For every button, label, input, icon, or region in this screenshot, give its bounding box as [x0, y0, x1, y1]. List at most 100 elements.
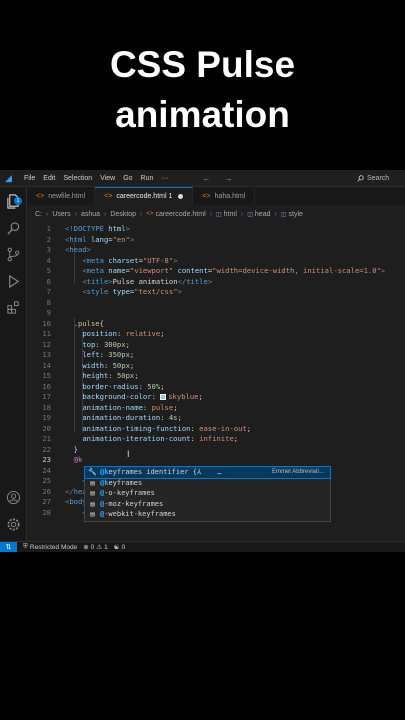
line-number: 1: [46, 224, 51, 233]
line-number: 21: [42, 434, 51, 443]
search-icon[interactable]: [6, 221, 21, 236]
line-number: 8: [46, 297, 51, 307]
tab-careercode[interactable]: <> careercode.html 1: [95, 187, 194, 205]
menu-file[interactable]: File: [24, 175, 35, 182]
suggestion-text: eyframes identifier {⅄: [108, 468, 202, 476]
suggestion-item[interactable]: ▤ @ -o-keyframes: [85, 488, 330, 499]
command-center-search[interactable]: Search: [353, 172, 401, 184]
line-number: 12: [42, 339, 51, 349]
breadcrumb-item[interactable]: careercode.html: [155, 211, 205, 218]
line-number: 3: [46, 245, 51, 254]
problems-indicator[interactable]: ⊗ 0 ⚠ 1: [83, 543, 108, 552]
menu-bar: ◢ File Edit Selection View Go Run ··· ← …: [0, 170, 405, 187]
property-icon: ▤: [90, 499, 95, 508]
element-icon: ◫: [215, 211, 222, 218]
suggestion-item[interactable]: 🔧 @k eyframes identifier {⅄ … Emmet Abbre…: [84, 466, 331, 479]
property-icon: ▤: [90, 489, 95, 498]
suggestion-item[interactable]: ▤ @k eyframes: [85, 478, 330, 489]
settings-gear-icon[interactable]: [6, 517, 21, 532]
tab-newfile[interactable]: <> newfile.html: [27, 187, 96, 205]
search-label: Search: [367, 174, 390, 182]
suggestion-text: -o-keyframes: [104, 489, 155, 497]
remote-icon[interactable]: ⇅: [0, 541, 17, 552]
menu-selection[interactable]: Selection: [63, 175, 92, 182]
line-number: 17: [42, 392, 51, 401]
restricted-mode-label: Restricted Mode: [29, 543, 78, 551]
breadcrumb: C: › Users › ashua › Desktop › <> careercode.…: [35, 208, 303, 220]
line-number: 13: [42, 350, 51, 359]
extensions-icon[interactable]: [6, 300, 21, 315]
line-number: 25: [42, 476, 51, 485]
editor-tabs: <> newfile.html <> careercode.html 1 <> …: [27, 187, 405, 205]
html-file-icon: <>: [36, 192, 45, 200]
ports-indicator[interactable]: ☯ 0: [113, 543, 126, 552]
line-number: 4: [46, 255, 51, 265]
warning-icon: ⚠: [96, 544, 103, 551]
account-icon[interactable]: [6, 490, 21, 505]
source-control-icon[interactable]: [6, 247, 21, 262]
breadcrumb-item[interactable]: Users: [52, 211, 70, 218]
breadcrumb-item[interactable]: head: [255, 211, 271, 218]
line-number: 16: [42, 381, 51, 391]
chevron-right-icon: ›: [74, 210, 77, 218]
breadcrumb-item[interactable]: html: [224, 211, 237, 218]
chevron-right-icon: ›: [274, 210, 277, 218]
run-debug-icon[interactable]: [6, 274, 21, 289]
error-icon: ⊗: [83, 544, 89, 551]
chevron-right-icon: ›: [140, 210, 143, 218]
line-number: 23: [42, 455, 51, 464]
html-file-icon: <>: [104, 193, 113, 200]
line-number: 7: [46, 287, 51, 296]
suggestion-item[interactable]: ▤ @ -moz-keyframes: [85, 499, 330, 510]
line-number: 15: [42, 371, 51, 380]
chevron-right-icon: ›: [104, 210, 107, 218]
line-number: 26: [42, 486, 51, 496]
headline-line-2: animation: [115, 94, 290, 135]
activity-bar: 1: [0, 187, 27, 541]
tab-haha[interactable]: <> haha.html: [193, 187, 256, 205]
tab-label: newfile.html: [48, 192, 86, 200]
error-count: 0: [90, 543, 95, 551]
nav-arrows[interactable]: ← →: [202, 174, 238, 183]
chevron-right-icon: ›: [240, 210, 244, 218]
breadcrumb-item[interactable]: style: [289, 211, 303, 218]
breadcrumb-item[interactable]: ashua: [81, 211, 100, 218]
suggestion-item[interactable]: ▤ @ -webkit-keyframes: [85, 509, 330, 520]
breadcrumb-item[interactable]: C:: [35, 211, 42, 218]
element-icon: ◫: [280, 211, 287, 218]
line-number: 11: [42, 329, 51, 338]
suggestion-text: eyframes: [108, 478, 143, 487]
more-dots[interactable]: …: [217, 467, 221, 478]
line-number: 6: [46, 276, 51, 286]
radio-tower-icon: ☯: [113, 544, 120, 551]
headline-line-1: CSS Pulse: [109, 44, 296, 85]
line-number: 10: [42, 318, 51, 328]
vscode-logo-icon: ◢: [5, 173, 12, 183]
menu-run[interactable]: Run: [141, 175, 154, 182]
vscode-window: ◢ File Edit Selection View Go Run ··· ← …: [0, 170, 405, 552]
suggestion-match: @k: [100, 478, 109, 487]
restricted-mode[interactable]: ⛨ Restricted Mode: [23, 543, 77, 551]
line-number: 14: [42, 360, 51, 370]
menu-more[interactable]: ···: [161, 175, 168, 182]
ports-count: 0: [121, 543, 126, 551]
breadcrumb-item[interactable]: Desktop: [110, 211, 136, 218]
line-number: 22: [42, 444, 51, 454]
line-number: 28: [42, 507, 51, 517]
element-icon: ◫: [247, 211, 253, 218]
text-cursor-icon: I: [127, 449, 130, 459]
tab-label: haha.html: [214, 192, 246, 200]
menu-go[interactable]: Go: [123, 175, 132, 182]
explorer-badge: 1: [14, 197, 22, 205]
headline-text: CSS Pulse animation: [0, 40, 405, 140]
chevron-right-icon: ›: [46, 210, 49, 218]
color-swatch[interactable]: [160, 394, 167, 400]
line-number: 18: [42, 402, 51, 412]
unsaved-dot-icon[interactable]: [178, 194, 184, 199]
tab-label: careercode.html 1: [116, 193, 173, 200]
html-file-icon: <>: [146, 211, 154, 217]
menu-view[interactable]: View: [100, 175, 115, 182]
line-number: 24: [42, 465, 51, 475]
menu-edit[interactable]: Edit: [43, 175, 55, 182]
line-number: 5: [46, 266, 51, 275]
